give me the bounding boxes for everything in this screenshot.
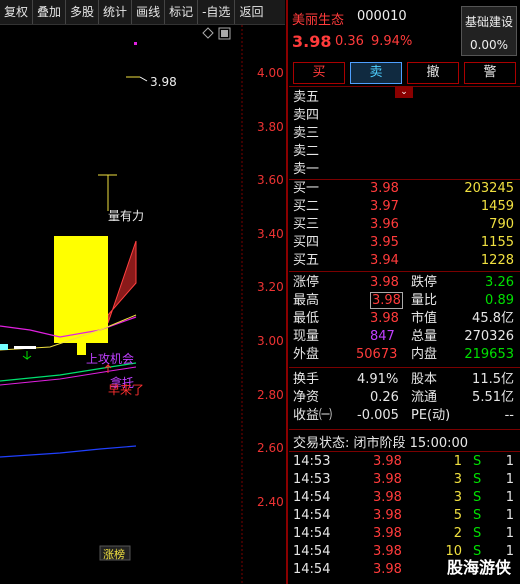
diamond-icon: [202, 27, 214, 39]
window-icon-inner: [221, 30, 228, 37]
small-candle-2: [14, 346, 36, 349]
buy-level-1: 买一 3.98 203245: [293, 181, 514, 196]
small-candle-1: [0, 344, 8, 350]
stat-row-volume: 现量 847 总量 270326: [293, 329, 514, 344]
stat-row-limit: 涨停 3.98 跌停 3.26: [293, 275, 514, 290]
sell-level-2: 卖二: [293, 144, 320, 159]
stat-row-outer: 外盘 50673 内盘 219653: [293, 347, 514, 362]
yellow-candle: [54, 236, 108, 343]
stock-change: 0.36: [335, 34, 364, 49]
max-price-label: 3.98: [150, 75, 177, 89]
down-arrow-icon: [22, 351, 32, 360]
stat-row-low: 最低 3.98 市值 45.8亿: [293, 311, 514, 326]
sell-button[interactable]: 卖: [350, 62, 402, 84]
toolbar-draw-line-button[interactable]: 画线: [132, 0, 166, 24]
red-wedge: [107, 240, 137, 324]
ma-line-blue: [0, 445, 137, 458]
kline-chart[interactable]: 4.00 3.80 3.60 3.40 3.20 3.00 2.80 2.60 …: [0, 25, 286, 584]
buy-level-4: 买四 3.95 1155: [293, 235, 514, 250]
tick-row: 14:54 3.98 3 S 1: [293, 490, 514, 505]
watermark: 股海游侠: [447, 558, 512, 577]
tick-row: 14:53 3.98 3 S 1: [293, 472, 514, 487]
annotation-early: 早来了: [108, 383, 145, 397]
toolbar-fuquan-button[interactable]: 复权: [0, 0, 34, 24]
y-label-300: 3.00: [257, 334, 284, 348]
toolbar-mark-button[interactable]: 标记: [165, 0, 199, 24]
alert-button[interactable]: 警: [464, 62, 516, 84]
stock-name: 美丽生态: [292, 13, 345, 28]
sector-value: 0.00%: [469, 38, 509, 52]
stat-row-high: 最高 3.98 量比 0.89: [293, 292, 514, 309]
sector-label: 基础建设: [464, 15, 513, 29]
annotation-attack: 上攻机会: [86, 352, 135, 366]
y-label-360: 3.60: [257, 173, 284, 187]
sector-box[interactable]: 基础建设 0.00%: [461, 6, 517, 56]
toolbar-stats-button[interactable]: 统计: [99, 0, 133, 24]
yellow-candle-tail: [77, 343, 86, 355]
y-label-260: 2.60: [257, 441, 284, 455]
cancel-order-button[interactable]: 撤: [407, 62, 459, 84]
tick-row: 14:53 3.98 1 S 1: [293, 454, 514, 469]
stat-row-netasset: 净资 0.26 流通 5.51亿: [293, 390, 514, 405]
sell-level-4: 卖四: [293, 108, 320, 123]
kline-svg: [0, 25, 243, 584]
y-label-400: 4.00: [257, 66, 284, 80]
toolbar-back-button[interactable]: 返回: [235, 0, 267, 24]
annotation-volume: 量有力: [108, 209, 145, 223]
stat-row-turnover: 换手 4.91% 股本 11.5亿: [293, 372, 514, 387]
tick-row: 14:54 3.98 2 S 1: [293, 526, 514, 541]
toolbar-overlay-button[interactable]: 叠加: [33, 0, 67, 24]
tick-row: 14:54 3.98 5 S 1: [293, 508, 514, 523]
chart-toolbar: 复权 叠加 多股 统计 画线 标记 -自选 返回: [0, 0, 285, 25]
sell-level-3: 卖三: [293, 126, 320, 141]
sell-level-5: 卖五: [293, 90, 320, 105]
sell-level-1: 卖一: [293, 162, 320, 177]
y-label-320: 3.20: [257, 280, 284, 294]
stock-pct: 9.94%: [371, 34, 413, 49]
y-label-340: 3.40: [257, 227, 284, 241]
buy-button[interactable]: 买: [293, 62, 345, 84]
stock-code: 000010: [357, 9, 407, 24]
quote-panel: 美丽生态 000010 3.98 0.36 9.94% 基础建设 0.00% 买…: [289, 0, 520, 584]
marker-dot: [134, 42, 137, 45]
toolbar-multi-stock-button[interactable]: 多股: [66, 0, 100, 24]
panel-divider: [286, 0, 288, 584]
bottom-tag[interactable]: 涨榜: [103, 546, 125, 562]
y-label-280: 2.80: [257, 388, 284, 402]
buy-level-5: 买五 3.94 1228: [293, 253, 514, 268]
trade-status: 交易状态: 闭市阶段 15:00:00: [293, 436, 469, 451]
y-label-240: 2.40: [257, 495, 284, 509]
toolbar-remove-watchlist-button[interactable]: -自选: [198, 0, 236, 24]
stat-row-eps: 收益㈠ -0.005 PE(动) --: [293, 408, 514, 423]
max-price-arrow: [139, 76, 148, 82]
stock-price: 3.98: [292, 32, 332, 51]
buy-level-2: 买二 3.97 1459: [293, 199, 514, 214]
y-label-380: 3.80: [257, 120, 284, 134]
buy-level-3: 买三 3.96 790: [293, 217, 514, 232]
